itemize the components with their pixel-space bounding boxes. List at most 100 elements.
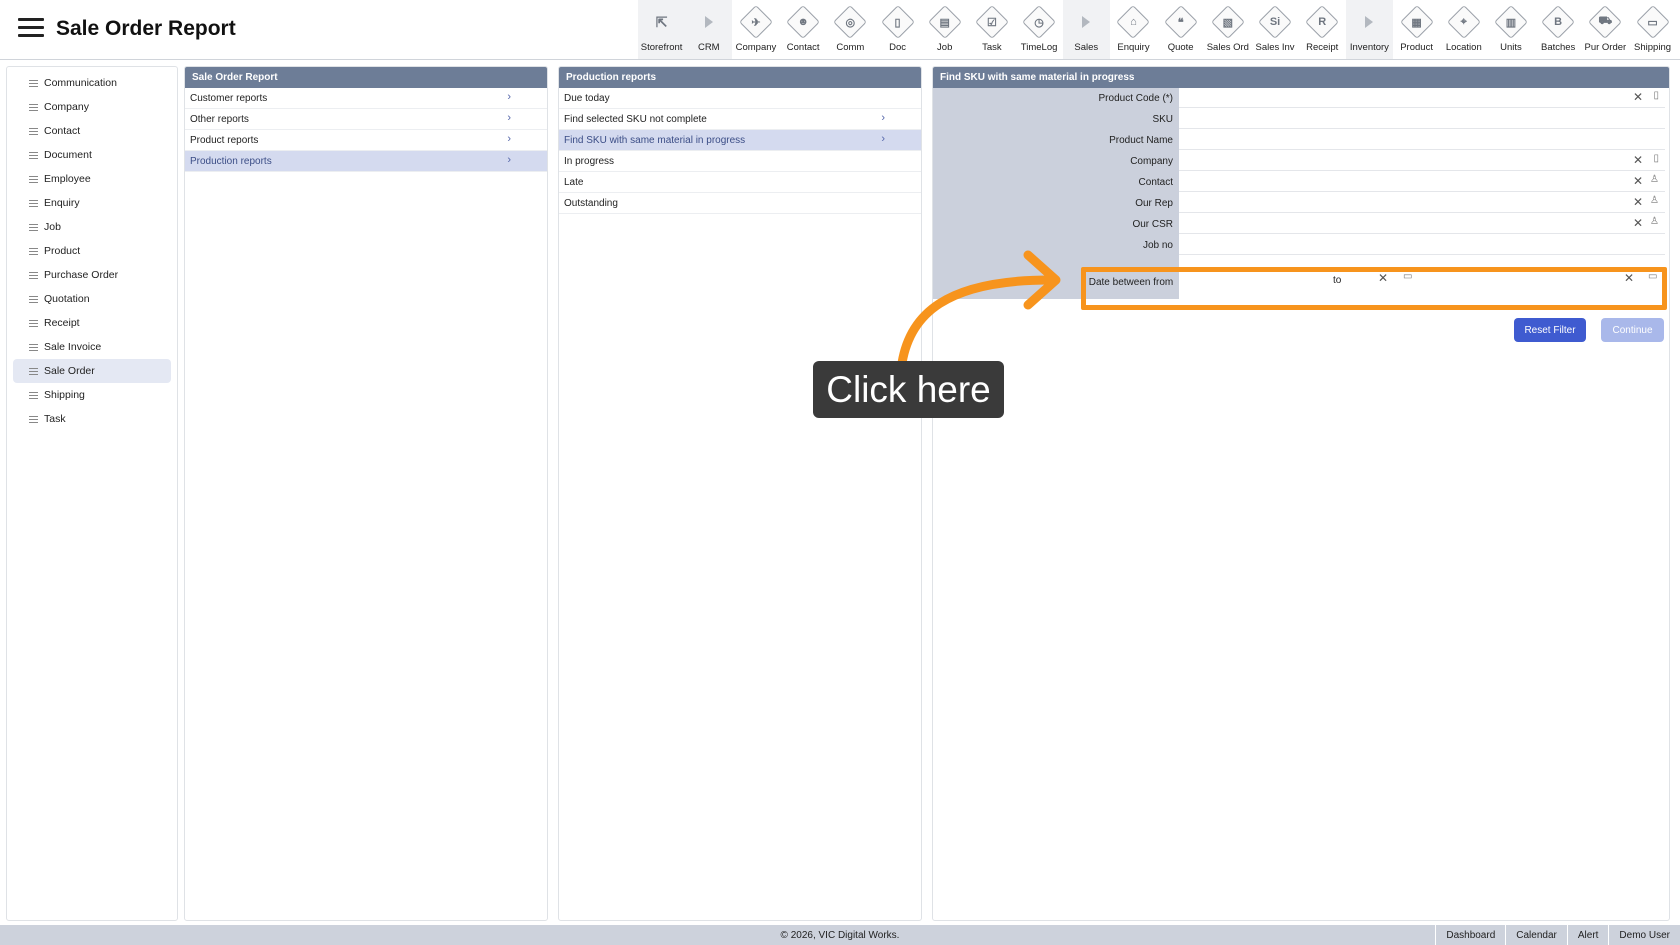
clear-icon[interactable]: ✕ xyxy=(1633,216,1643,230)
report-item-label: Production reports xyxy=(190,155,272,167)
toolbar-batches-button[interactable]: B Batches xyxy=(1535,0,1582,59)
pur-order-icon: ⛟ xyxy=(1588,5,1623,39)
toolbar-location-button[interactable]: ⌖ Location xyxy=(1440,0,1487,59)
lookup-icon[interactable]: ▯ xyxy=(1653,90,1659,101)
reset-filter-button[interactable]: Reset Filter xyxy=(1514,318,1586,342)
sidebar-item-quotation[interactable]: Quotation xyxy=(13,287,171,311)
report-item-due-today[interactable]: Due today xyxy=(559,88,921,109)
toolbar-timelog-button[interactable]: ◷ TimeLog xyxy=(1016,0,1063,59)
toolbar-job-button[interactable]: ▤ Job xyxy=(921,0,968,59)
location-icon: ⌖ xyxy=(1446,5,1481,39)
hamburger-menu-icon[interactable] xyxy=(18,18,44,38)
toolbar-task-button[interactable]: ☑ Task xyxy=(968,0,1015,59)
report-item-customer-reports[interactable]: Customer reports › xyxy=(185,88,547,109)
toolbar-pur-order-button[interactable]: ⛟ Pur Order xyxy=(1582,0,1629,59)
footer-link-alert[interactable]: Alert xyxy=(1566,925,1609,945)
job-no-input[interactable] xyxy=(1179,235,1665,255)
report-item-in-progress[interactable]: In progress xyxy=(559,151,921,172)
sidebar-item-purchase-order[interactable]: Purchase Order xyxy=(13,263,171,287)
list-icon xyxy=(29,126,38,137)
toolbar-label: Sales Ord xyxy=(1206,42,1249,53)
toolbar-sales-button[interactable]: Sales xyxy=(1062,0,1110,59)
sidebar-item-job[interactable]: Job xyxy=(13,215,171,239)
page-title: Sale Order Report xyxy=(56,17,236,40)
lookup-icon[interactable]: ▯ xyxy=(1653,153,1659,164)
toolbar-sales-ord-button[interactable]: ▧ Sales Ord xyxy=(1204,0,1251,59)
report-item-late[interactable]: Late xyxy=(559,172,921,193)
toolbar-shipping-button[interactable]: ▭ Shipping xyxy=(1629,0,1676,59)
contact-icon: ☻ xyxy=(786,5,821,39)
toolbar-product-button[interactable]: ▦ Product xyxy=(1393,0,1440,59)
toolbar-label: Batches xyxy=(1540,42,1576,53)
toolbar-contact-button[interactable]: ☻ Contact xyxy=(780,0,827,59)
field-label: SKU xyxy=(1152,114,1173,125)
report-item-product-reports[interactable]: Product reports › xyxy=(185,130,547,151)
sidebar-item-enquiry[interactable]: Enquiry xyxy=(13,191,171,215)
our-csr-input[interactable]: ✕ ♙ xyxy=(1179,214,1665,234)
toolbar-inventory-button[interactable]: Inventory xyxy=(1345,0,1393,59)
sku-input[interactable] xyxy=(1179,109,1665,129)
sidebar-item-label: Purchase Order xyxy=(44,269,119,281)
toolbar-label: Location xyxy=(1445,42,1482,53)
sidebar-item-label: Communication xyxy=(44,77,117,89)
clear-icon[interactable]: ✕ xyxy=(1633,174,1643,188)
report-item-production-reports[interactable]: Production reports › xyxy=(185,151,547,172)
contact-input[interactable]: ✕ ♙ xyxy=(1179,172,1665,192)
sidebar-item-label: Shipping xyxy=(44,389,85,401)
toolbar-label: Company xyxy=(735,42,777,53)
product-name-input[interactable] xyxy=(1179,130,1665,150)
toolbar-units-button[interactable]: ▥ Units xyxy=(1487,0,1534,59)
list-icon xyxy=(29,318,38,329)
sidebar-item-document[interactable]: Document xyxy=(13,143,171,167)
app-footer: © 2026, VIC Digital Works. Dashboard Cale… xyxy=(0,925,1680,945)
clear-icon[interactable]: ✕ xyxy=(1633,153,1643,167)
sidebar-item-sale-invoice[interactable]: Sale Invoice xyxy=(13,335,171,359)
company-input[interactable]: ✕ ▯ xyxy=(1179,151,1665,171)
toolbar-quote-button[interactable]: ❝ Quote xyxy=(1157,0,1204,59)
toolbar-comm-button[interactable]: ◎ Comm xyxy=(827,0,874,59)
toolbar-label: Job xyxy=(937,42,953,53)
toolbar-storefront-button[interactable]: ⇱ Storefront xyxy=(638,0,686,59)
person-icon[interactable]: ♙ xyxy=(1650,216,1659,227)
report-item-find-sku-with-same-material-in-progress[interactable]: Find SKU with same material in progress › xyxy=(559,130,921,151)
click-here-callout: Click here xyxy=(813,361,1004,418)
toolbar-label: Units xyxy=(1500,42,1522,53)
report-item-other-reports[interactable]: Other reports › xyxy=(185,109,547,130)
sidebar-item-label: Receipt xyxy=(44,317,80,329)
person-icon[interactable]: ♙ xyxy=(1650,195,1659,206)
toolbar-receipt-button[interactable]: R Receipt xyxy=(1299,0,1346,59)
report-item-outstanding[interactable]: Outstanding xyxy=(559,193,921,214)
job-icon: ▤ xyxy=(927,5,962,39)
toolbar-sales-inv-button[interactable]: Si Sales Inv xyxy=(1251,0,1298,59)
footer-link-demo-user[interactable]: Demo User xyxy=(1608,925,1680,945)
production-reports-panel: Production reports Due today Find selecte… xyxy=(558,66,922,921)
toolbar-crm-button[interactable]: CRM xyxy=(685,0,733,59)
toolbar-company-button[interactable]: ✈ Company xyxy=(732,0,779,59)
toolbar-enquiry-button[interactable]: ⌂ Enquiry xyxy=(1110,0,1157,59)
clear-icon[interactable]: ✕ xyxy=(1633,195,1643,209)
continue-button[interactable]: Continue xyxy=(1601,318,1664,342)
list-icon xyxy=(29,174,38,185)
product-code-input[interactable]: ✕ ▯ xyxy=(1179,88,1665,108)
sidebar-item-receipt[interactable]: Receipt xyxy=(13,311,171,335)
sidebar-item-company[interactable]: Company xyxy=(13,95,171,119)
clear-icon[interactable]: ✕ xyxy=(1633,90,1643,104)
sidebar-item-sale-order[interactable]: Sale Order xyxy=(13,359,171,383)
our-rep-input[interactable]: ✕ ♙ xyxy=(1179,193,1665,213)
sidebar-item-communication[interactable]: Communication xyxy=(13,71,171,95)
sidebar-item-task[interactable]: Task xyxy=(13,407,171,431)
footer-link-dashboard[interactable]: Dashboard xyxy=(1435,925,1505,945)
person-icon[interactable]: ♙ xyxy=(1650,174,1659,185)
inventory-icon xyxy=(1353,6,1385,38)
sidebar-item-contact[interactable]: Contact xyxy=(13,119,171,143)
report-item-find-selected-sku-not-complete[interactable]: Find selected SKU not complete › xyxy=(559,109,921,130)
footer-link-calendar[interactable]: Calendar xyxy=(1505,925,1567,945)
sidebar-item-product[interactable]: Product xyxy=(13,239,171,263)
module-toolbar: ⇱ Storefront CRM ✈ Company ☻ Contact ◎ Comm ▯ Doc ▤… xyxy=(638,0,1676,59)
sidebar-item-shipping[interactable]: Shipping xyxy=(13,383,171,407)
sidebar-item-employee[interactable]: Employee xyxy=(13,167,171,191)
report-item-label: In progress xyxy=(564,155,615,167)
sales-icon xyxy=(1070,6,1102,38)
toolbar-doc-button[interactable]: ▯ Doc xyxy=(874,0,921,59)
field-label: Product Code (*) xyxy=(1098,93,1173,104)
